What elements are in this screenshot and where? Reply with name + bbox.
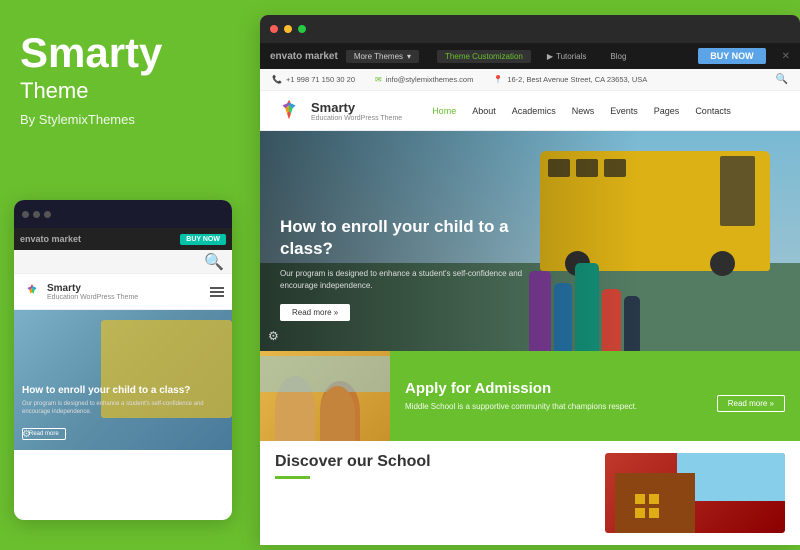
admission-image bbox=[260, 351, 390, 441]
discover-section: Discover our School bbox=[260, 441, 800, 541]
desktop-search-icon[interactable]: 🔍 bbox=[776, 74, 788, 85]
mobile-top-bar bbox=[14, 200, 232, 228]
mobile-buy-now-button[interactable]: BUY NOW bbox=[180, 234, 226, 245]
mobile-envato-bar: envato market BUY NOW bbox=[14, 228, 232, 250]
nav-brand-name: Smarty bbox=[311, 100, 402, 115]
desktop-top-bar bbox=[260, 15, 800, 43]
discover-school-image bbox=[605, 453, 785, 533]
phone-icon: 📞 bbox=[272, 75, 282, 84]
mobile-brand-bar: Smarty Education WordPress Theme bbox=[14, 274, 232, 310]
building-window bbox=[649, 508, 659, 518]
nav-items: Home About Academics News Events Pages C… bbox=[432, 106, 731, 116]
desktop-envato-bar: envato market More Themes ▾ Theme Custom… bbox=[260, 43, 800, 69]
desktop-dot-green bbox=[298, 25, 306, 33]
nav-item-home[interactable]: Home bbox=[432, 106, 456, 116]
mobile-search-bar: 🔍 bbox=[14, 250, 232, 274]
discover-title: Discover our School bbox=[275, 453, 431, 471]
mobile-brand-name: Smarty bbox=[47, 283, 138, 294]
nav-item-contacts[interactable]: Contacts bbox=[695, 106, 731, 116]
admission-description: Middle School is a supportive community … bbox=[405, 401, 702, 412]
nav-item-events[interactable]: Events bbox=[610, 106, 638, 116]
mobile-hero-title: How to enroll your child to a class? bbox=[22, 384, 224, 397]
theme-subtitle: Theme bbox=[20, 78, 225, 104]
address-contact: 📍 16-2, Best Avenue Street, CA 23653, US… bbox=[493, 75, 647, 84]
mobile-logo-icon bbox=[22, 282, 42, 302]
hero-section: How to enroll your child to a class? Our… bbox=[260, 131, 800, 351]
nav-brand-tagline: Education WordPress Theme bbox=[311, 115, 402, 122]
nav-item-pages[interactable]: Pages bbox=[654, 106, 680, 116]
mobile-dot-3 bbox=[44, 211, 51, 218]
contact-bar: 📞 +1 998 71 150 30 20 ✉ info@stylemixthe… bbox=[260, 69, 800, 91]
mobile-brand-tagline: Education WordPress Theme bbox=[47, 294, 138, 301]
mobile-brand-text: Smarty Education WordPress Theme bbox=[47, 283, 138, 301]
hero-title: How to enroll your child to a class? bbox=[280, 216, 540, 260]
tutorials-icon: ▶ bbox=[547, 52, 553, 61]
left-panel: Smarty Theme By StylemixThemes envato ma… bbox=[0, 0, 245, 550]
mobile-hero-content: How to enroll your child to a class? Our… bbox=[22, 384, 224, 440]
admission-title: Apply for Admission bbox=[405, 380, 702, 397]
photo-sky bbox=[260, 356, 390, 392]
mobile-dot-1 bbox=[22, 211, 29, 218]
desktop-dot-red bbox=[270, 25, 278, 33]
phone-number: +1 998 71 150 30 20 bbox=[286, 75, 355, 84]
mobile-search-icon[interactable]: 🔍 bbox=[204, 252, 224, 272]
location-icon: 📍 bbox=[493, 75, 503, 84]
address-text: 16-2, Best Avenue Street, CA 23653, USA bbox=[507, 75, 647, 84]
phone-contact: 📞 +1 998 71 150 30 20 bbox=[272, 75, 355, 84]
main-navigation: Smarty Education WordPress Theme Home Ab… bbox=[260, 91, 800, 131]
mobile-window-dots bbox=[22, 211, 51, 218]
theme-title: Smarty bbox=[20, 30, 225, 76]
email-contact: ✉ info@stylemixthemes.com bbox=[375, 75, 473, 84]
tutorials-label: Tutorials bbox=[556, 52, 586, 61]
hamburger-line-1 bbox=[210, 287, 224, 289]
children-photo bbox=[260, 351, 390, 441]
nav-item-about[interactable]: About bbox=[472, 106, 496, 116]
hero-gear-icon[interactable]: ⚙ bbox=[268, 329, 279, 343]
mobile-dot-2 bbox=[33, 211, 40, 218]
discover-text: Discover our School bbox=[275, 453, 431, 479]
theme-author: By StylemixThemes bbox=[20, 112, 225, 127]
nav-logo: Smarty Education WordPress Theme bbox=[275, 97, 402, 125]
desktop-dot-yellow bbox=[284, 25, 292, 33]
admission-content: Apply for Admission Middle School is a s… bbox=[390, 351, 800, 441]
email-icon: ✉ bbox=[375, 75, 382, 84]
nav-item-academics[interactable]: Academics bbox=[512, 106, 556, 116]
hero-content: How to enroll your child to a class? Our… bbox=[280, 216, 540, 321]
email-address: info@stylemixthemes.com bbox=[386, 75, 474, 84]
discover-underline bbox=[275, 476, 310, 479]
mobile-read-more-button[interactable]: Read more bbox=[22, 428, 66, 440]
nav-brand-text: Smarty Education WordPress Theme bbox=[311, 100, 402, 122]
school-building bbox=[615, 473, 695, 533]
building-window bbox=[649, 494, 659, 504]
building-window bbox=[635, 494, 645, 504]
building-windows bbox=[635, 494, 659, 518]
hero-description: Our program is designed to enhance a stu… bbox=[280, 268, 540, 292]
desktop-envato-logo: envato market bbox=[270, 51, 338, 62]
desktop-more-themes-button[interactable]: More Themes ▾ bbox=[346, 50, 419, 63]
mobile-brand-left: Smarty Education WordPress Theme bbox=[22, 282, 138, 302]
chevron-down-icon: ▾ bbox=[407, 52, 411, 61]
admission-section: Apply for Admission Middle School is a s… bbox=[260, 351, 800, 441]
blog-button[interactable]: Blog bbox=[602, 50, 634, 63]
desktop-mockup: envato market More Themes ▾ Theme Custom… bbox=[260, 15, 800, 545]
admission-inner: Apply for Admission Middle School is a s… bbox=[405, 380, 785, 412]
mobile-envato-logo: envato market bbox=[20, 234, 81, 244]
hero-read-more-button[interactable]: Read more » bbox=[280, 304, 350, 321]
nav-item-news[interactable]: News bbox=[572, 106, 595, 116]
admission-text: Apply for Admission Middle School is a s… bbox=[405, 380, 702, 412]
nav-logo-icon bbox=[275, 97, 303, 125]
mobile-mockup: envato market BUY NOW 🔍 Smarty bbox=[14, 200, 232, 520]
theme-customization-button[interactable]: Theme Customization bbox=[437, 50, 531, 63]
desktop-buy-now-button[interactable]: BUY NOW bbox=[698, 48, 765, 64]
mobile-hero-description: Our program is designed to enhance a stu… bbox=[22, 401, 224, 417]
mobile-hamburger-icon[interactable] bbox=[210, 287, 224, 297]
close-icon[interactable]: ✕ bbox=[782, 51, 790, 62]
admission-read-more-button[interactable]: Read more » bbox=[717, 395, 785, 412]
more-themes-label: More Themes bbox=[354, 52, 403, 61]
building-window bbox=[635, 508, 645, 518]
tutorials-button[interactable]: ▶ Tutorials bbox=[539, 50, 595, 63]
hamburger-line-2 bbox=[210, 291, 224, 293]
hamburger-line-3 bbox=[210, 295, 224, 297]
mobile-hero: ⚙ How to enroll your child to a class? O… bbox=[14, 310, 232, 450]
